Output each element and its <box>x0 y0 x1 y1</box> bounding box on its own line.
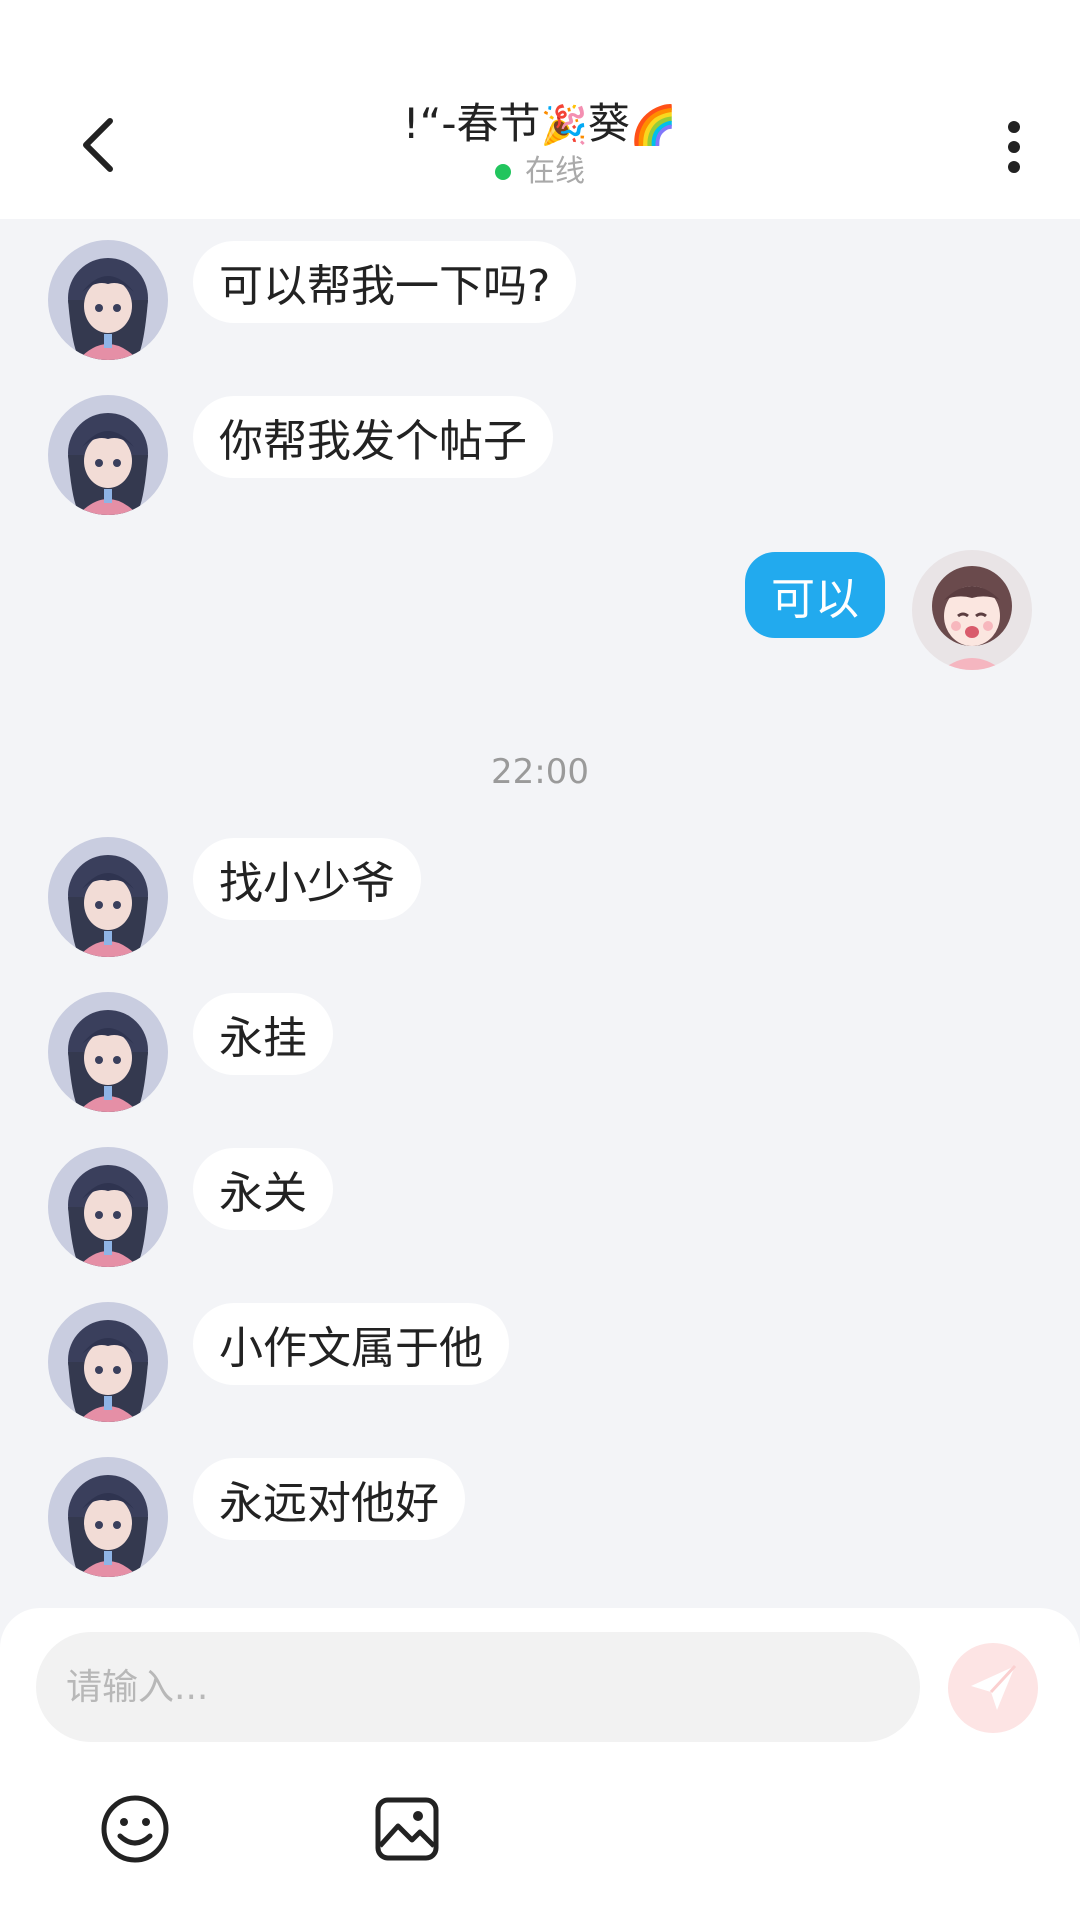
online-dot <box>495 164 511 180</box>
image-button[interactable] <box>370 1792 444 1866</box>
message-bubble[interactable]: 永挂 <box>193 993 333 1075</box>
more-options-button[interactable] <box>990 112 1038 182</box>
chat-header: !“-春节🎉葵🌈 在线 <box>0 0 1080 219</box>
contact-avatar[interactable] <box>48 395 168 515</box>
send-button[interactable] <box>948 1643 1038 1733</box>
status-text: 在线 <box>525 154 585 189</box>
contact-avatar[interactable] <box>48 992 168 1112</box>
send-icon <box>971 1664 1017 1710</box>
more-vertical-icon <box>1008 121 1020 173</box>
message-bubble[interactable]: 找小少爷 <box>193 838 421 920</box>
message-timestamp: 22:00 <box>491 752 589 792</box>
message-bubble[interactable]: 可以帮我一下吗? <box>193 241 577 323</box>
message-bubble[interactable]: 你帮我发个帖子 <box>193 396 553 478</box>
online-status: 在线 <box>190 152 890 192</box>
emoji-icon <box>101 1795 169 1863</box>
own-message-bubble[interactable]: 可以 <box>745 552 885 638</box>
contact-avatar[interactable] <box>48 240 168 360</box>
message-bubble[interactable]: 小作文属于他 <box>193 1303 509 1385</box>
contact-avatar[interactable] <box>48 1302 168 1422</box>
title-name: 葵 <box>587 99 630 148</box>
contact-avatar[interactable] <box>48 1147 168 1267</box>
image-icon <box>375 1797 439 1861</box>
title-text: !“-春节 <box>402 99 541 148</box>
rainbow-emoji: 🌈 <box>629 103 678 147</box>
message-bubble[interactable]: 永关 <box>193 1148 333 1230</box>
emoji-button[interactable] <box>98 1792 172 1866</box>
user-avatar[interactable] <box>912 550 1032 670</box>
message-composer <box>0 1608 1080 1920</box>
chevron-left-icon <box>83 118 113 172</box>
message-bubble[interactable]: 永远对他好 <box>193 1458 465 1540</box>
contact-avatar[interactable] <box>48 1457 168 1577</box>
message-input[interactable] <box>36 1632 920 1742</box>
back-button[interactable] <box>70 112 126 178</box>
contact-avatar[interactable] <box>48 837 168 957</box>
chat-title: !“-春节🎉葵🌈 <box>190 96 890 153</box>
party-emoji: 🎉 <box>540 103 588 147</box>
